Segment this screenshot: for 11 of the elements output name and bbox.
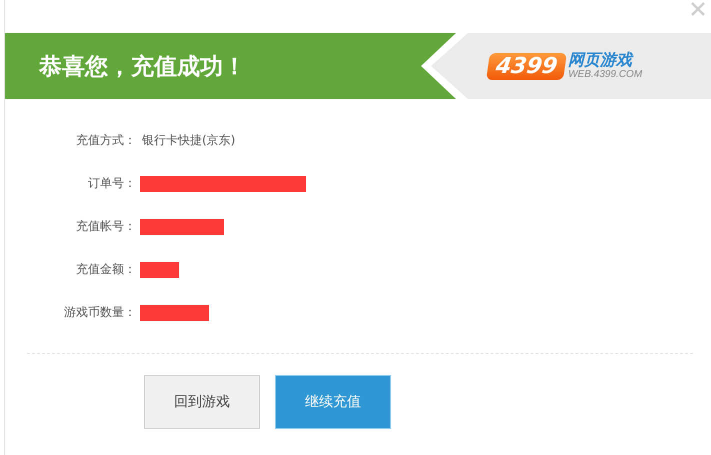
field-label: 游戏币数量：: [63, 304, 136, 321]
field-label: 充值方式：: [75, 132, 136, 149]
field-value: 银行卡快捷(京东): [142, 132, 236, 149]
logo-name: 网页游戏: [568, 52, 634, 68]
field-label: 充值帐号：: [75, 218, 136, 235]
field-label: 充值金额：: [75, 261, 136, 278]
back-button[interactable]: 回到游戏: [144, 375, 260, 429]
success-title: 恭喜您，充值成功！: [39, 52, 246, 82]
logo-site: WEB.4399.COM: [568, 70, 642, 80]
logo-badge: 4399: [486, 52, 568, 80]
field-label: 订单号：: [87, 175, 136, 192]
